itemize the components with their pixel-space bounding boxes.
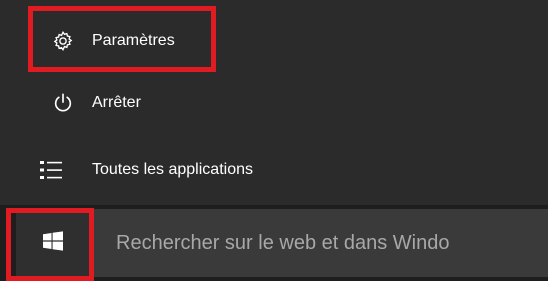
windows-logo-icon xyxy=(42,230,64,257)
search-placeholder: Rechercher sur le web et dans Windo xyxy=(116,231,450,254)
gear-icon xyxy=(48,26,78,56)
settings-menu-item[interactable]: Paramètres xyxy=(0,16,548,66)
list-icon xyxy=(36,155,66,185)
start-button[interactable] xyxy=(16,209,90,277)
all-apps-label: Toutes les applications xyxy=(92,161,253,178)
power-icon xyxy=(48,88,78,118)
power-label: Arrêter xyxy=(92,94,141,111)
power-menu-item[interactable]: Arrêter xyxy=(0,78,548,128)
settings-label: Paramètres xyxy=(92,32,175,49)
start-menu: Paramètres Arrêter Toutes les applicatio… xyxy=(0,0,548,205)
search-box[interactable]: Rechercher sur le web et dans Windo xyxy=(90,209,548,277)
all-apps-menu-item[interactable]: Toutes les applications xyxy=(0,145,548,195)
